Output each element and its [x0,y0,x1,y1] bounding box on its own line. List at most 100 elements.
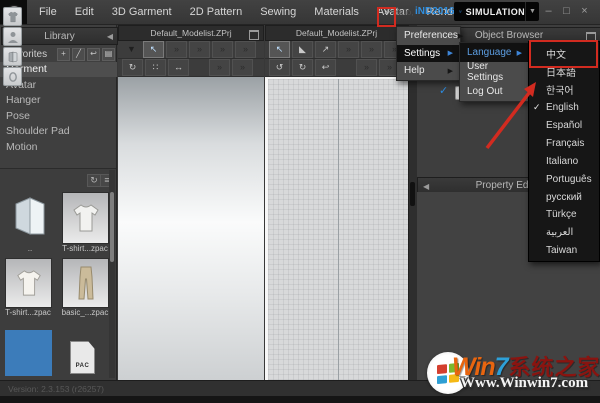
library-item-tshirt-2[interactable] [5,258,52,308]
menu-2d-pattern[interactable]: 2D Pattern [181,6,252,18]
logout-label: Log Out [467,85,503,97]
spread-tool[interactable]: ↔ [168,59,189,76]
language-option-tr[interactable]: Türkçe [529,206,599,224]
language-option-fr[interactable]: Français [529,134,599,152]
disabled-tool: » [235,41,256,58]
menu-item-language[interactable]: Language ▶ [460,43,529,63]
annotation-box-chinese [529,40,598,68]
simulation-label: SIMULATION [465,6,525,17]
library-item-fabric-swatch[interactable] [5,330,52,376]
language-option-es[interactable]: Español [529,117,599,135]
menu-file[interactable]: File [30,6,66,18]
menu-materials[interactable]: Materials [305,6,368,18]
pac-file-label: PAC [75,363,90,369]
language-label: English [546,102,579,114]
menu-item-preferences[interactable]: Preferences ▶ [397,27,463,45]
disabled-tool: » [166,41,187,58]
refresh-icon[interactable]: ↻ [87,174,101,187]
library-section-pose[interactable]: Pose [0,109,117,124]
version-text: Version: 2.3.153 (r26257) [8,384,104,394]
disabled-tool: » [356,59,377,76]
undock-icon[interactable] [249,30,259,40]
show-avatar-button[interactable] [3,27,22,46]
check-icon[interactable]: ✓ [439,84,448,97]
disabled-tool: » [361,41,382,58]
viewport-3d[interactable] [118,77,264,380]
menu-3d-garment[interactable]: 3D Garment [103,6,181,18]
toolbar-2d-row2: ↺ ↻ ↩ » » [265,59,408,77]
language-option-ko[interactable]: 한국어 [529,81,599,99]
simulation-button[interactable]: SIMULATION [454,2,525,21]
polygon-tool[interactable]: ◣ [292,41,313,58]
disabled-tool: » [212,41,233,58]
library-section-motion[interactable]: Motion [0,140,117,155]
toolbar-3d-row1: ▼ ↖ » » » » [118,41,264,59]
language-menu: 中文 日本語 한국어 ✓ English Español Français It… [528,41,600,262]
language-option-en[interactable]: ✓ English [529,99,599,117]
library-title: Library [44,30,75,42]
collapse-left-icon[interactable]: ◀ [423,182,429,191]
menu-edit[interactable]: Edit [66,6,103,18]
menu-item-logout[interactable]: Log Out [460,82,529,101]
splitter-handle[interactable] [410,182,415,206]
select-move-tool[interactable]: ↖ [143,41,164,58]
settings-submenu: Language ▶ User Settings Log Out [459,42,530,102]
library-item-pants[interactable] [62,258,109,308]
tab-3d-view[interactable]: Default_Modelist.ZPrj [118,25,264,41]
language-option-ru[interactable]: русский [529,188,599,206]
library-section-hanger[interactable]: Hanger [0,93,117,108]
settings-label: Settings [404,47,441,59]
minimize-button[interactable]: – [541,5,556,18]
maximize-button[interactable]: □ [559,5,574,18]
view-mode-button[interactable]: ▤ [102,47,115,61]
library-scrollbar-handle[interactable] [110,192,114,262]
watermark: Win7系统之家 Www.Winwin7.com [420,344,600,403]
tab-2d-label: Default_Modelist.ZPrj [295,28,378,38]
library-section-shoulder-pad[interactable]: Shoulder Pad [0,124,117,139]
library-item-label: T-shirt...zpac [5,308,51,317]
tab-3d-label: Default_Modelist.ZPrj [150,28,232,38]
show-head-button[interactable] [3,67,22,86]
tab-2d-view[interactable]: Default_Modelist.ZPrj [265,25,408,41]
account-name[interactable]: iND2016 [415,6,454,17]
curve-tool[interactable]: ↗ [315,41,336,58]
folder-up-label: .. [27,244,33,253]
watermark-url: Www.Winwin7.com [460,375,589,391]
simulation-dropdown-caret[interactable]: ▼ [525,2,539,21]
show-pattern-button[interactable] [3,47,22,66]
viewport-2d[interactable] [265,77,408,380]
menu-item-user-settings[interactable]: User Settings [460,60,529,83]
library-item-pac-file[interactable]: PAC [70,341,95,374]
help-label: Help [404,65,425,77]
edit-favorite-button[interactable]: ╱ [72,47,85,61]
add-favorite-button[interactable]: + [57,47,70,61]
menu-sewing[interactable]: Sewing [251,6,305,18]
menu-item-help[interactable]: Help ▶ [397,62,460,80]
close-button[interactable]: × [577,5,592,18]
toolbar-2d-row1: ↖ ◣ ↗ » » » [265,41,408,59]
annotation-box-overflow [377,7,396,27]
sewing-tool[interactable]: ↺ [269,59,290,76]
show-garment-button[interactable] [3,7,22,26]
collapse-left-icon[interactable]: ◀ [107,32,113,41]
language-option-ar[interactable]: العربية [529,224,599,242]
language-option-tw[interactable]: Taiwan [529,242,599,260]
library-item-tshirt-1[interactable] [62,192,109,244]
free-sewing-tool[interactable]: ↻ [292,59,313,76]
pin-tool[interactable]: ↻ [122,59,143,76]
language-option-it[interactable]: Italiano [529,152,599,170]
pattern-select-tool[interactable]: ↖ [269,41,290,58]
disabled-tool: » [338,41,359,58]
check-icon: ✓ [533,102,541,113]
preferences-label: Preferences [404,30,458,42]
language-option-pt[interactable]: Português [529,170,599,188]
user-settings-label: User Settings [467,60,504,83]
toolbar-3d-row2: ↻ ∷ ↔ » » [118,59,264,77]
edit-sewing-tool[interactable]: ↩ [315,59,336,76]
menu-item-settings[interactable]: Settings ▶ [397,44,460,63]
folder-up-icon[interactable] [10,196,50,238]
greeting-text: Hello, [393,8,414,17]
view-dropdown-icon[interactable]: ▼ [122,42,141,57]
pattern-dots-tool[interactable]: ∷ [145,59,166,76]
back-button[interactable]: ↩ [87,47,100,61]
